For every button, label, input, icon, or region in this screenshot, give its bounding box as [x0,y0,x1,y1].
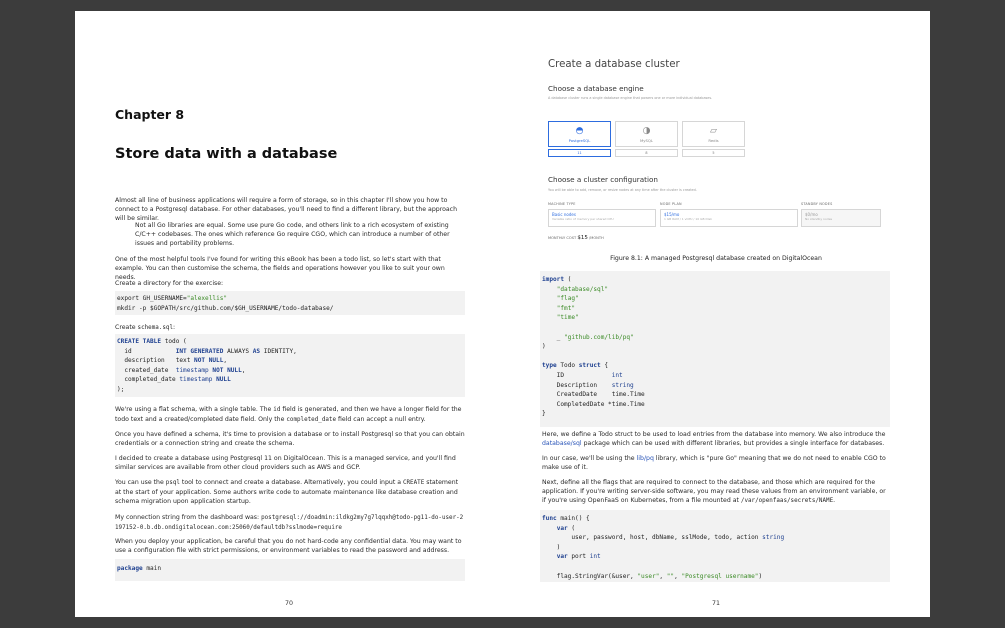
machine-type-select[interactable]: Basic nodes Variable ratio of memory per … [548,209,656,227]
database-sql-link[interactable]: database/sql [542,440,582,447]
digitalocean-screenshot: Create a database cluster Choose a datab… [545,59,887,247]
sql-code-block: CREATE TABLE todo ( id INT GENERATED ALW… [115,334,465,397]
chapter-title: Store data with a database [115,146,338,162]
node-plan-select[interactable]: $15/mo 1 GB RAM / 1 vCPU / 10 GB Disk [660,209,798,227]
intro-paragraph: Almost all line of business applications… [115,197,458,223]
engine-card-mysql[interactable]: ◑ MySQL [615,121,678,147]
dolphin-icon: ◑ [642,126,651,136]
figure-caption: Figure 8.1: A managed Postgresql databas… [610,255,822,262]
deploy-paragraph: When you deploy your application, be car… [115,538,462,555]
version-select-postgresql[interactable]: 11 [548,149,611,157]
elephant-icon: ◓ [575,126,584,136]
left-page: Chapter 8 Store data with a database Alm… [75,11,502,617]
page-number-right: 71 [712,600,721,607]
standby-nodes-select[interactable]: $0/mo No standby nodes [801,209,881,227]
libpq-paragraph: In our case, we'll be using the lib/pq l… [542,455,886,472]
connection-string-paragraph: My connection string from the dashboard … [115,514,464,532]
chapter-label: Chapter 8 [115,107,185,122]
engine-heading: Choose a database engine [548,84,644,93]
struct-explanation: Here, we define a Todo struct to be used… [542,431,886,448]
machine-type-label: MACHINE TYPE [548,202,576,206]
version-select-redis[interactable]: 5 [682,149,745,157]
node-plan-label: NODE PLAN [660,202,682,206]
lib-pq-link[interactable]: lib/pq [637,455,654,462]
go-main-code: func main() { var ( user, password, host… [540,510,890,582]
monthly-cost: MONTHLY COST $15 /MONTH [548,235,604,241]
book-spread: Chapter 8 Store data with a database Alm… [75,11,930,617]
code-line-mkdir: mkdir -p $GOPATH/src/github.com/$GH_USER… [117,304,334,312]
config-subtext: You will be able to add, remove, or resi… [548,188,697,192]
create-schema-paragraph: Create schema.sql: [115,324,176,331]
go-imports-struct-code: import ( "database/sql" "flag" "fmt" "ti… [540,271,890,427]
config-heading: Choose a cluster configuration [548,175,658,184]
provision-paragraph: Once you have defined a schema, it's tim… [115,431,465,448]
engine-card-redis[interactable]: ▱ Redis [682,121,745,147]
code-line-export: export GH_USERNAME="alexellis" [117,295,228,302]
shell-code-block: export GH_USERNAME="alexellis"mkdir -p $… [115,291,465,315]
version-select-mysql[interactable]: 8 [615,149,678,157]
engine-card-postgresql[interactable]: ◓ PostgreSQL [548,121,611,147]
screenshot-title: Create a database cluster [548,59,680,70]
standby-nodes-label: STANDBY NODES [801,202,833,206]
schema-filename: schema.sql [137,325,173,331]
engine-subtext: A database cluster runs a single databas… [548,96,713,100]
note-paragraph: Not all Go libraries are equal. Some use… [135,222,450,248]
psql-paragraph: You can use the psql tool to connect and… [115,479,459,506]
digitalocean-paragraph: I decided to create a database using Pos… [115,455,456,472]
cube-icon: ▱ [710,126,717,136]
directory-paragraph: Create a directory for the exercise: [115,280,224,287]
go-package-code: package main [115,559,465,581]
flags-paragraph: Next, define all the flags that are requ… [542,479,886,505]
page-number-left: 70 [285,600,294,607]
schema-explanation: We're using a flat schema, with a single… [115,406,462,424]
